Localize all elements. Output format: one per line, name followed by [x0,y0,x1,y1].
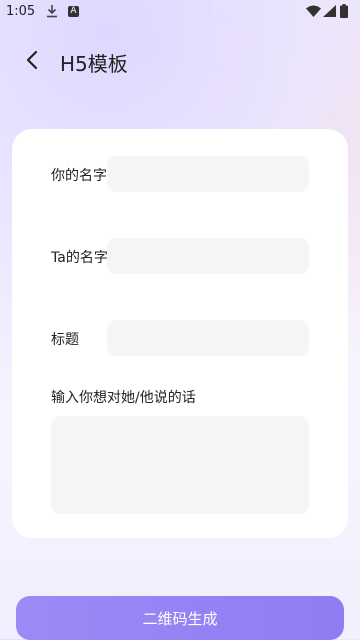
back-button[interactable] [16,44,48,76]
a-badge-icon: A [68,6,79,17]
battery-icon [340,4,348,18]
your-name-input[interactable] [107,156,309,192]
status-bar: 1:05 A [0,0,360,24]
message-textarea[interactable] [51,416,309,514]
download-icon [47,5,57,18]
wifi-icon [306,5,321,17]
form-card: 你的名字 Ta的名字 标题 输入你想对她/他说的话 [12,129,348,538]
title-input[interactable] [107,320,309,356]
ta-name-label: Ta的名字 [51,250,108,266]
chevron-left-icon [26,50,38,70]
message-label: 输入你想对她/他说的话 [51,390,196,406]
page-title: H5模板 [60,52,128,76]
signal-icon [323,5,336,17]
your-name-label: 你的名字 [51,168,107,184]
status-time: 1:05 [6,4,36,19]
title-label: 标题 [51,332,79,348]
generate-qrcode-button[interactable]: 二维码生成 [16,596,344,640]
ta-name-input[interactable] [107,238,309,274]
